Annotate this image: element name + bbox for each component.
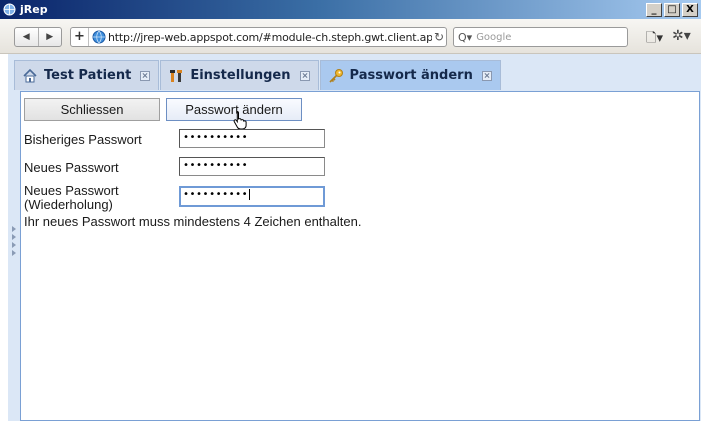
window-titlebar: jRep _ □ X bbox=[0, 0, 701, 19]
hand-cursor-icon bbox=[233, 111, 247, 130]
home-icon bbox=[23, 68, 37, 82]
page-menu-icon[interactable]: 🗋▾ bbox=[646, 29, 663, 51]
tab-test-patient[interactable]: Test Patient bbox=[14, 60, 160, 90]
address-bar[interactable]: + http://jrep-web.appspot.com/#module-ch… bbox=[70, 27, 447, 47]
reload-icon[interactable]: ↻ bbox=[432, 30, 446, 44]
close-tab-icon[interactable] bbox=[299, 70, 310, 81]
tab-einstellungen[interactable]: Einstellungen bbox=[160, 60, 319, 90]
new-password-field[interactable]: •••••••••• bbox=[179, 157, 325, 176]
close-tab-icon[interactable] bbox=[481, 70, 492, 81]
forward-arrow-icon: ▶ bbox=[46, 32, 54, 42]
repeat-password-label-line2: (Wiederholung) bbox=[24, 197, 113, 212]
repeat-password-label: Neues Passwort (Wiederholung) bbox=[24, 184, 119, 212]
old-password-field[interactable]: •••••••••• bbox=[179, 129, 325, 148]
splitter-handle[interactable] bbox=[12, 226, 18, 256]
back-button[interactable]: ◀ bbox=[15, 28, 38, 46]
tab-label: Einstellungen bbox=[190, 68, 291, 83]
key-icon bbox=[328, 68, 343, 83]
maximize-button[interactable]: □ bbox=[664, 2, 680, 17]
nav-buttons: ◀ ▶ bbox=[14, 27, 62, 47]
browser-toolbar: ◀ ▶ + http://jrep-web.appspot.com/#modul… bbox=[0, 19, 701, 54]
search-placeholder: Google bbox=[476, 31, 512, 43]
search-input[interactable]: Q▾ Google bbox=[453, 27, 628, 47]
tab-label: Test Patient bbox=[44, 68, 132, 83]
password-hint: Ihr neues Passwort muss mindestens 4 Zei… bbox=[24, 214, 362, 229]
search-icon: Q▾ bbox=[458, 30, 473, 44]
tab-passwort-aendern[interactable]: Passwort ändern bbox=[319, 60, 501, 90]
app-globe-icon bbox=[3, 3, 16, 16]
repeat-password-field[interactable]: •••••••••• bbox=[179, 186, 325, 207]
tab-bar: Test Patient Einstellungen Passwort ände… bbox=[14, 60, 502, 90]
close-window-button[interactable]: X bbox=[682, 2, 698, 17]
url-text: http://jrep-web.appspot.com/#module-ch.s… bbox=[108, 30, 432, 44]
close-tab-icon[interactable] bbox=[140, 70, 151, 81]
repeat-password-value: •••••••••• bbox=[183, 189, 249, 200]
window-title: jRep bbox=[20, 3, 48, 16]
new-tab-button[interactable]: + bbox=[71, 28, 89, 46]
tools-icon bbox=[170, 69, 183, 82]
forward-button[interactable]: ▶ bbox=[37, 28, 62, 46]
back-arrow-icon: ◀ bbox=[22, 32, 30, 42]
text-caret bbox=[249, 188, 251, 200]
new-password-label: Neues Passwort bbox=[24, 160, 119, 175]
minimize-button[interactable]: _ bbox=[646, 2, 662, 17]
gear-icon[interactable]: ✲▾ bbox=[672, 28, 691, 44]
repeat-password-label-line1: Neues Passwort bbox=[24, 183, 119, 198]
old-password-label: Bisheriges Passwort bbox=[24, 132, 142, 147]
close-button[interactable]: Schliessen bbox=[24, 98, 160, 121]
tab-label: Passwort ändern bbox=[349, 68, 473, 83]
site-globe-icon bbox=[92, 30, 106, 44]
